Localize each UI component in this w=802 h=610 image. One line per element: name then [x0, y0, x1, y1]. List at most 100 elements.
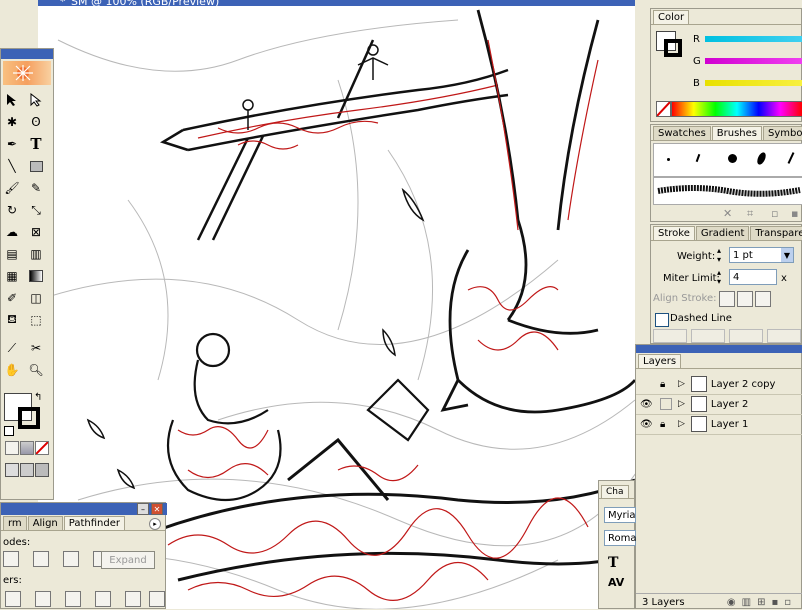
direct-selection-tool-icon[interactable]: [27, 91, 45, 109]
type-tool-icon[interactable]: T: [27, 135, 45, 153]
dash-field[interactable]: [729, 329, 763, 343]
gradient-mode-icon[interactable]: [20, 441, 34, 455]
live-paint-bucket-tool-icon[interactable]: ⛾: [3, 311, 21, 329]
color-mode-icon[interactable]: [5, 441, 19, 455]
unite-shape-mode-icon[interactable]: [3, 551, 19, 567]
remove-brush-stroke-icon[interactable]: ✕: [723, 207, 732, 220]
scissors-tool-icon[interactable]: ✂: [27, 339, 45, 357]
tab-swatches[interactable]: Swatches: [653, 126, 711, 140]
full-screen-menu-mode-icon[interactable]: [20, 463, 34, 477]
new-brush-icon[interactable]: ▫: [771, 207, 778, 220]
live-paint-selection-tool-icon[interactable]: ⬚: [27, 311, 45, 329]
paintbrush-tool-icon[interactable]: 🖌: [3, 179, 21, 197]
tab-character[interactable]: Cha: [601, 485, 629, 498]
weight-stepper[interactable]: ▴ ▾: [717, 246, 726, 264]
divide-pathfinder-icon[interactable]: [5, 591, 21, 607]
minus-back-pathfinder-icon[interactable]: [149, 591, 165, 607]
gradient-tool-icon[interactable]: [27, 267, 45, 285]
brush-options-icon[interactable]: ⌗: [747, 207, 753, 221]
close-icon[interactable]: ✕: [151, 503, 163, 515]
free-transform-tool-icon[interactable]: ⊠: [27, 223, 45, 241]
font-style-field[interactable]: Roma: [604, 530, 637, 546]
channel-slider-b[interactable]: [705, 80, 802, 86]
trim-pathfinder-icon[interactable]: [35, 591, 51, 607]
crop-pathfinder-icon[interactable]: [95, 591, 111, 607]
tab-transparency[interactable]: Transpare: [750, 226, 802, 240]
lock-toggle[interactable]: [660, 398, 672, 410]
tab-layers[interactable]: Layers: [638, 354, 682, 368]
pen-tool-icon[interactable]: ✒: [3, 135, 21, 153]
expand-triangle-icon[interactable]: ▷: [678, 379, 685, 389]
expand-triangle-icon[interactable]: ▷: [678, 419, 685, 429]
rectangle-tool-icon[interactable]: [27, 157, 45, 175]
brush-preset-4[interactable]: [755, 151, 768, 166]
none-color-icon[interactable]: [656, 101, 671, 117]
channel-slider-g[interactable]: [705, 58, 802, 64]
standard-screen-mode-icon[interactable]: [5, 463, 19, 477]
zoom-tool-icon[interactable]: 🔍︎: [27, 361, 45, 379]
column-graph-tool-icon[interactable]: ▥: [27, 245, 45, 263]
align-stroke-outside-icon[interactable]: [755, 291, 771, 307]
symbol-sprayer-tool-icon[interactable]: ▤: [3, 245, 21, 263]
align-stroke-center-icon[interactable]: [719, 291, 735, 307]
layer-row[interactable]: 👁︎ 🔒︎ ▷ Layer 1: [636, 414, 802, 435]
brush-preset-5[interactable]: [787, 152, 795, 164]
selection-tool-icon[interactable]: [3, 91, 21, 109]
brush-preset-2[interactable]: [695, 153, 701, 163]
weight-dropdown-arrow-icon[interactable]: ▼: [781, 248, 793, 262]
tab-transform[interactable]: rm: [3, 516, 27, 530]
panel-menu-icon[interactable]: ▸: [149, 518, 161, 530]
layer-row[interactable]: 🔒︎ ▷ Layer 2 copy: [636, 374, 802, 395]
outline-pathfinder-icon[interactable]: [125, 591, 141, 607]
tab-symbols[interactable]: Symbols: [763, 126, 802, 140]
blend-tool-icon[interactable]: ◫: [27, 289, 45, 307]
expand-triangle-icon[interactable]: ▷: [678, 399, 685, 409]
default-colors-icon[interactable]: [4, 426, 14, 436]
magic-wand-tool-icon[interactable]: ✱: [3, 113, 21, 131]
eyedropper-tool-icon[interactable]: ✐: [3, 289, 21, 307]
mesh-tool-icon[interactable]: ▦: [3, 267, 21, 285]
tab-brushes[interactable]: Brushes: [711, 126, 763, 140]
color-spectrum-ramp[interactable]: [671, 101, 802, 117]
scale-tool-icon[interactable]: ⤡: [27, 201, 45, 219]
delete-brush-icon[interactable]: ▪: [791, 207, 798, 220]
expand-button[interactable]: Expand: [101, 551, 155, 569]
eye-icon[interactable]: 👁︎: [640, 399, 654, 410]
miter-stepper[interactable]: ▴ ▾: [717, 268, 726, 286]
warp-tool-icon[interactable]: ☁: [3, 223, 21, 241]
minus-front-shape-mode-icon[interactable]: [33, 551, 49, 567]
swap-colors-icon[interactable]: ↰: [34, 392, 42, 403]
charcoal-brush-preview[interactable]: [653, 177, 802, 205]
layers-titlebar[interactable]: [636, 345, 802, 353]
intersect-shape-mode-icon[interactable]: [63, 551, 79, 567]
dash-field[interactable]: [653, 329, 687, 343]
stroke-color-swatch[interactable]: [18, 407, 40, 429]
tab-stroke[interactable]: Stroke: [653, 226, 695, 240]
eye-icon[interactable]: 👁︎: [640, 419, 654, 430]
lock-icon[interactable]: 🔒︎: [660, 419, 672, 430]
gap-field[interactable]: [767, 329, 801, 343]
slice-tool-icon[interactable]: ⟋: [3, 339, 21, 357]
toolbox-titlebar[interactable]: [1, 49, 53, 59]
minimize-icon[interactable]: –: [137, 503, 149, 515]
full-screen-mode-icon[interactable]: [35, 463, 49, 477]
brush-preset-1[interactable]: [667, 158, 670, 161]
layers-footer-icons[interactable]: ◉▥⊞▪▫: [727, 597, 797, 608]
pathfinder-titlebar[interactable]: – ✕: [1, 503, 167, 515]
font-family-field[interactable]: Myria: [604, 507, 636, 523]
tab-gradient[interactable]: Gradient: [695, 226, 750, 240]
lock-icon[interactable]: 🔒︎: [660, 379, 672, 390]
miter-limit-field[interactable]: 4: [729, 269, 777, 285]
gap-field[interactable]: [691, 329, 725, 343]
lasso-tool-icon[interactable]: ʘ: [27, 113, 45, 131]
merge-pathfinder-icon[interactable]: [65, 591, 81, 607]
weight-field[interactable]: 1 pt ▼: [729, 247, 794, 263]
tab-color[interactable]: Color: [653, 10, 690, 24]
hand-tool-icon[interactable]: ✋: [3, 361, 21, 379]
none-mode-icon[interactable]: [35, 441, 49, 455]
brush-preset-3[interactable]: [728, 154, 737, 163]
pencil-tool-icon[interactable]: ✎: [27, 179, 45, 197]
align-stroke-inside-icon[interactable]: [737, 291, 753, 307]
dashed-line-checkbox[interactable]: [655, 313, 669, 327]
tab-pathfinder[interactable]: Pathfinder: [63, 516, 125, 530]
